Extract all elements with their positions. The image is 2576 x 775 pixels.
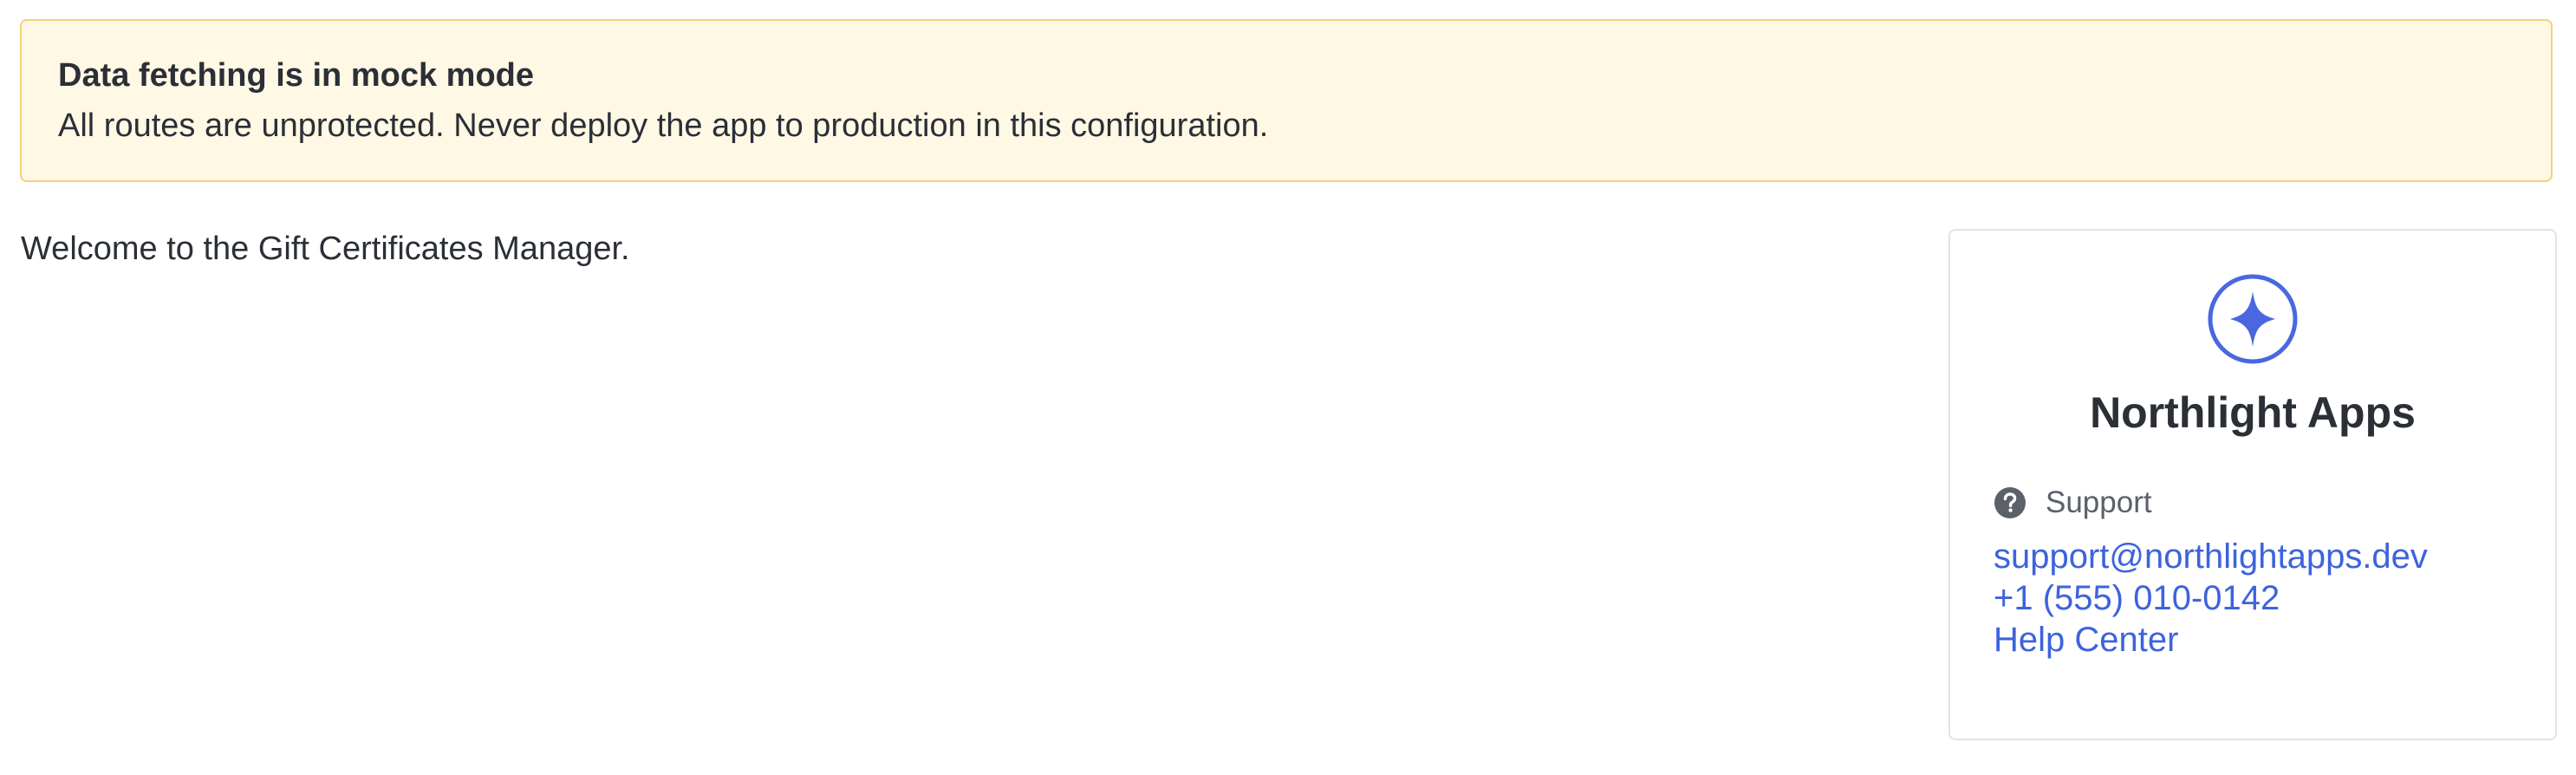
support-label: Support	[2046, 485, 2152, 519]
support-heading: Support	[1994, 484, 2152, 522]
app-info-card: Northlight Apps Support support@northlig…	[1948, 229, 2557, 740]
banner-message: All routes are unprotected. Never deploy…	[58, 107, 1269, 144]
four-point-star-icon	[2208, 274, 2298, 364]
mock-mode-warning-banner: Data fetching is in mock mode All routes…	[20, 19, 2553, 182]
help-center-link[interactable]: Help Center	[1994, 619, 2428, 661]
welcome-text: Welcome to the Gift Certificates Manager…	[21, 231, 630, 267]
question-circle-icon	[1994, 487, 2026, 518]
banner-title: Data fetching is in mock mode	[58, 57, 534, 94]
org-name: Northlight Apps	[2090, 388, 2416, 437]
support-email-link[interactable]: support@northlightapps.dev	[1994, 536, 2428, 577]
support-phone-link[interactable]: +1 (555) 010-0142	[1994, 577, 2428, 619]
support-contact-links: support@northlightapps.dev +1 (555) 010-…	[1994, 536, 2428, 661]
